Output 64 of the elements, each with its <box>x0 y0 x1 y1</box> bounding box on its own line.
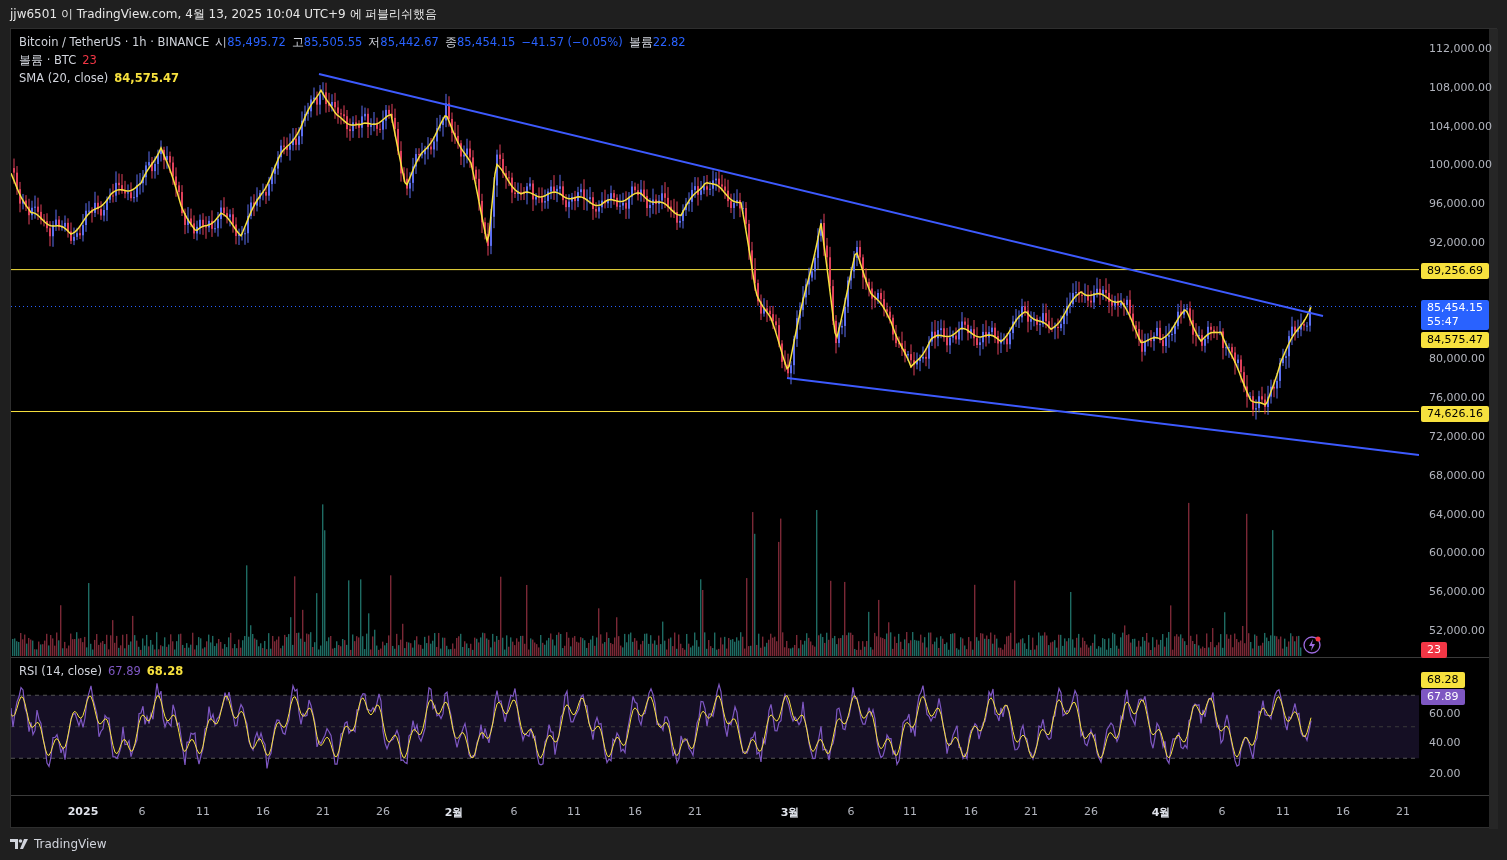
rsi-axis-label: 20.00 <box>1429 767 1461 781</box>
time-axis-label: 11 <box>1276 805 1290 818</box>
rsi-axis-label: 40.00 <box>1429 735 1461 750</box>
time-axis-label: 21 <box>316 805 330 818</box>
rsi-badge: 67.89 <box>1421 689 1465 705</box>
time-axis-label: 3월 <box>780 805 800 820</box>
price-axis-label: 96,000.00 <box>1429 197 1485 212</box>
rsi-badge: 68.28 <box>1421 672 1465 688</box>
time-axis-label: 16 <box>1336 805 1350 818</box>
time-axis-label: 26 <box>376 805 390 818</box>
time-axis-label: 6 <box>510 805 518 818</box>
indicator-value: 23 <box>82 53 97 67</box>
volume-value: 볼륨22.82 <box>628 35 686 50</box>
rsi-value: 68.28 <box>146 664 184 678</box>
logo-icon <box>10 839 30 849</box>
rsi-value: 67.89 <box>107 664 141 678</box>
time-axis-label: 21 <box>1396 805 1410 818</box>
lightning-icon[interactable] <box>1303 636 1321 654</box>
ohlc-value: 저 85,442.67 <box>368 35 439 50</box>
rsi-title: RSI (14, close) <box>19 664 102 678</box>
time-axis-label: 6 <box>138 805 146 818</box>
time-axis-label: 16 <box>256 805 270 818</box>
time-axis-label: 21 <box>688 805 702 818</box>
price-badge: 74,626.16 <box>1421 406 1489 422</box>
ohlc-value: 종85,454.15 <box>444 35 516 50</box>
price-axis-label: 100,000.00 <box>1429 158 1492 173</box>
indicator-name: SMA (20, close) <box>19 71 109 85</box>
time-axis-label: 16 <box>628 805 642 818</box>
price-axis-label: 76,000.00 <box>1429 391 1485 406</box>
price-axis-label: 56,000.00 <box>1429 585 1485 600</box>
time-axis-label: 2025 <box>67 805 99 818</box>
price-axis-label: 72,000.00 <box>1429 430 1485 444</box>
price-axis-label: 68,000.00 <box>1429 468 1485 483</box>
price-axis-label: 64,000.00 <box>1429 507 1485 522</box>
price-axis-label: 80,000.00 <box>1429 352 1485 367</box>
rsi-axis-label: 60.00 <box>1429 707 1461 721</box>
price-badge: 84,575.47 <box>1421 332 1489 348</box>
publish-info-text: jjw6501 이 TradingView.com, 4월 13, 2025 10:04 UTC+9 에 퍼블리쉬했음 <box>10 5 438 23</box>
price-axis-label: 92,000.00 <box>1429 236 1485 250</box>
price-badge: 89,256.69 <box>1421 263 1489 279</box>
ohlc-value: 고85,505.55 <box>291 35 363 50</box>
time-axis-label: 16 <box>964 805 978 818</box>
time-axis-label: 11 <box>567 805 581 818</box>
price-axis-label: 60,000.00 <box>1429 546 1485 561</box>
time-axis-label: 2월 <box>444 805 464 820</box>
time-axis-label: 11 <box>903 805 917 818</box>
symbol-title: Bitcoin / TetherUS · 1h · BINANCE <box>19 35 210 49</box>
indicator-name: 볼륨 · BTC <box>19 53 77 68</box>
price-badge: 85,454.15 55:47 <box>1421 300 1489 330</box>
brand-name: TradingView <box>34 837 107 851</box>
price-axis-label: 104,000.00 <box>1429 119 1492 134</box>
time-axis-label: 26 <box>1084 805 1098 818</box>
time-axis-label: 4월 <box>1151 805 1171 820</box>
time-axis-label: 6 <box>847 805 855 818</box>
indicator-value: 84,575.47 <box>114 71 180 85</box>
price-axis-label: 108,000.00 <box>1429 80 1492 95</box>
price-badge: 23 <box>1421 642 1447 658</box>
price-change: −41.57 (−0.05%) <box>521 35 623 49</box>
time-axis-label: 6 <box>1218 805 1226 818</box>
time-axis-label: 21 <box>1024 805 1038 818</box>
time-axis-label: 11 <box>196 805 210 818</box>
ohlc-value: 시 85,495.72 <box>215 35 286 50</box>
price-axis-label: 52,000.00 <box>1429 624 1485 638</box>
price-axis-label: 112,000.00 <box>1429 42 1492 56</box>
